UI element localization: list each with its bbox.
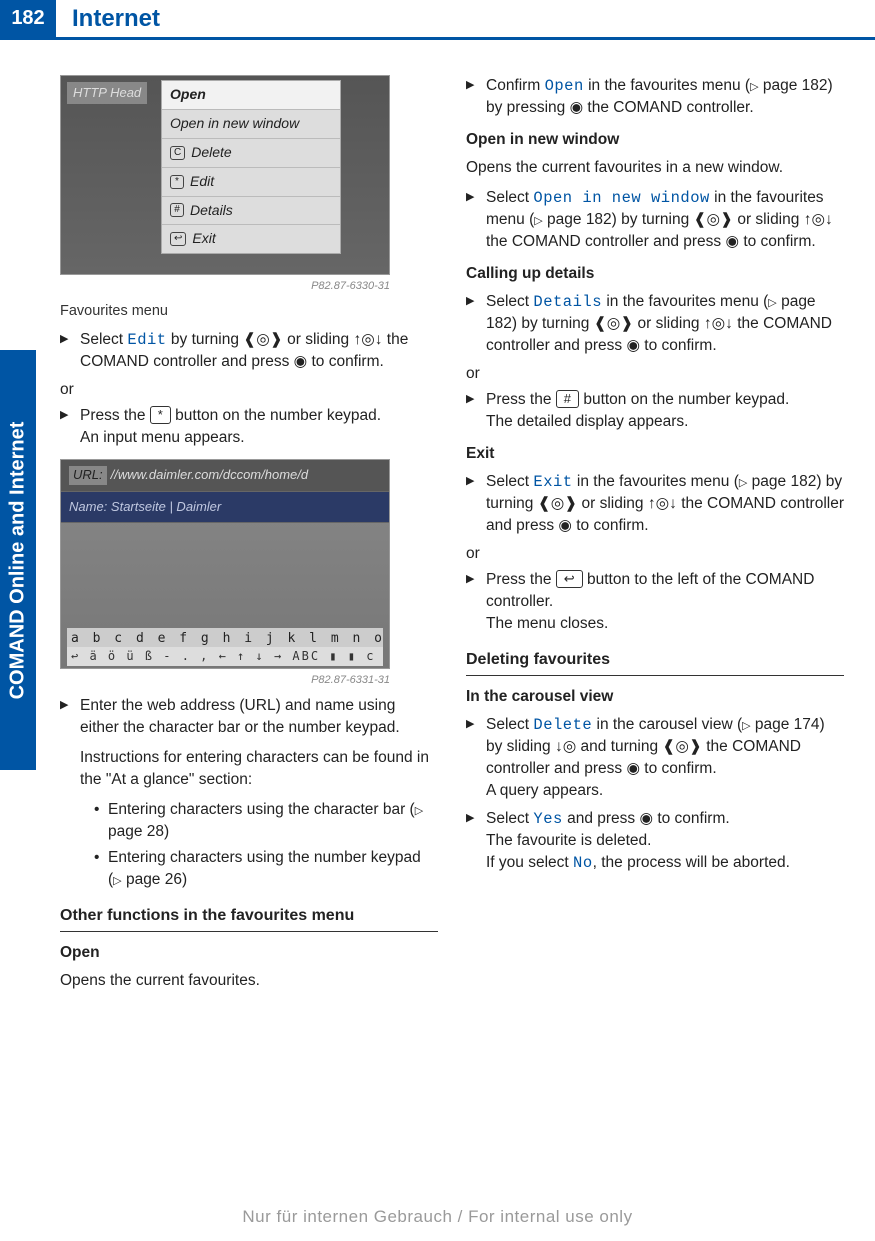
step-confirm-open: ▶ Confirm Open in the favourites menu (▷…	[466, 75, 844, 119]
left-column: HTTP Head Open Open in new window CDelet…	[60, 75, 438, 1000]
step-press-star: ▶ Press the * button on the number keypa…	[60, 405, 438, 449]
step-arrow-icon: ▶	[466, 811, 474, 827]
step-open-new: ▶ Select Open in new window in the favou…	[466, 187, 844, 253]
hash-key-icon: #	[556, 390, 579, 408]
step-back: ▶ Press the ↩ button to the left of the …	[466, 569, 844, 635]
step-exit: ▶ Select Exit in the favourites menu (▷ …	[466, 471, 844, 537]
character-bar-2: ↩ ä ö ü ß - . , ← ↑ ↓ → ABC ▮ ▮ c	[67, 647, 383, 666]
page-header: 182 Internet	[0, 0, 875, 40]
open-new-description: Opens the current favourites in a new wi…	[466, 157, 844, 179]
favourites-menu-screenshot: HTTP Head Open Open in new window CDelet…	[60, 75, 390, 275]
step-arrow-icon: ▶	[60, 408, 68, 424]
step-arrow-icon: ▶	[466, 294, 474, 310]
step-result: The detailed display appears.	[486, 411, 844, 433]
popup-row-edit: *Edit	[162, 168, 340, 197]
popup-row-open: Open	[162, 81, 340, 110]
screenshot-title: HTTP Head	[67, 82, 147, 104]
step-arrow-icon: ▶	[466, 474, 474, 490]
url-input-screenshot: URL: //www.daimler.com/dccom/home/d Name…	[60, 459, 390, 669]
heading-exit: Exit	[466, 443, 844, 465]
image-code-1: P82.87-6330-31	[60, 279, 390, 295]
popup-row-delete: CDelete	[162, 139, 340, 168]
step-arrow-icon: ▶	[466, 190, 474, 206]
step-arrow-icon: ▶	[60, 332, 68, 348]
page-content: HTTP Head Open Open in new window CDelet…	[60, 75, 845, 1000]
section-tab-label: COMAND Online and Internet	[7, 421, 30, 699]
step-enter-url: ▶ Enter the web address (URL) and name u…	[60, 695, 438, 891]
step-arrow-icon: ▶	[466, 572, 474, 588]
step-result: The favourite is deleted.	[486, 830, 844, 852]
popup-row-open-new: Open in new window	[162, 110, 340, 139]
image-caption-1: Favourites menu	[60, 301, 438, 322]
heading-carousel: In the carousel view	[466, 686, 844, 708]
popup-row-exit: ↩Exit	[162, 225, 340, 253]
step-result: The menu closes.	[486, 613, 844, 635]
step-yes: ▶ Select Yes and press ◉ to confirm. The…	[466, 808, 844, 874]
star-key-icon: *	[150, 406, 171, 424]
section-tab: COMAND Online and Internet	[0, 350, 36, 770]
step-select-edit: ▶ Select Edit by turning ❰◎❱ or sliding …	[60, 329, 438, 373]
name-row: Name: Startseite | Daimler	[61, 492, 389, 523]
step-arrow-icon: ▶	[466, 78, 474, 94]
or-separator: or	[60, 379, 438, 401]
heading-other-functions: Other functions in the favourites menu	[60, 905, 438, 932]
step-result: A query appears.	[486, 780, 844, 802]
right-column: ▶ Confirm Open in the favourites menu (▷…	[466, 75, 844, 1000]
bullet-char-bar: •Entering characters using the character…	[80, 799, 438, 843]
step-delete: ▶ Select Delete in the carousel view (▷ …	[466, 714, 844, 802]
chapter-title: Internet	[56, 0, 160, 37]
step-hash: ▶ Press the # button on the number keypa…	[466, 389, 844, 433]
page-footer: Nur für internen Gebrauch / For internal…	[0, 1207, 875, 1227]
step-arrow-icon: ▶	[60, 698, 68, 714]
back-key-icon: ↩	[556, 570, 583, 588]
step-arrow-icon: ▶	[466, 392, 474, 408]
popup-row-details: #Details	[162, 197, 340, 226]
heading-deleting: Deleting favourites	[466, 649, 844, 676]
bullet-keypad: •Entering characters using the number ke…	[80, 847, 438, 891]
open-description: Opens the current favourites.	[60, 970, 438, 992]
step-alt: If you select No, the process will be ab…	[486, 852, 844, 874]
or-separator: or	[466, 543, 844, 565]
page-number: 182	[0, 0, 56, 37]
heading-open: Open	[60, 942, 438, 964]
heading-open-new-window: Open in new window	[466, 129, 844, 151]
step-details: ▶ Select Details in the favourites menu …	[466, 291, 844, 357]
heading-details: Calling up details	[466, 263, 844, 285]
url-row: URL: //www.daimler.com/dccom/home/d	[61, 460, 389, 491]
step-result: An input menu appears.	[80, 427, 438, 449]
or-separator: or	[466, 363, 844, 385]
step-arrow-icon: ▶	[466, 717, 474, 733]
image-code-2: P82.87-6331-31	[60, 673, 390, 689]
favourites-popup: Open Open in new window CDelete *Edit #D…	[161, 80, 341, 254]
